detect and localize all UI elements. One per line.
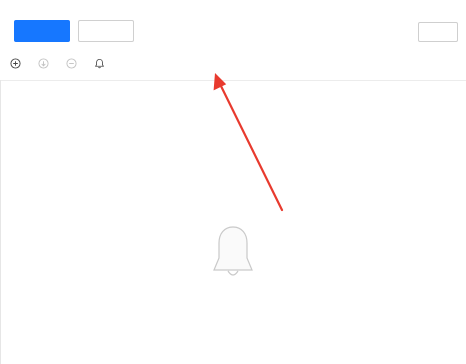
tab-bar — [14, 20, 134, 42]
import-button[interactable] — [38, 58, 52, 69]
empty-bell-icon — [213, 226, 253, 276]
arrow-icon — [213, 73, 284, 212]
tab-secondary[interactable] — [78, 20, 134, 42]
tab-primary[interactable] — [14, 20, 70, 42]
empty-state — [0, 224, 466, 332]
empty-state-title — [0, 300, 466, 312]
bell-icon — [94, 58, 105, 69]
toolbar-divider — [0, 80, 466, 81]
add-button[interactable] — [10, 58, 24, 69]
ringtone-button[interactable] — [94, 58, 108, 69]
delete-icon — [66, 58, 77, 69]
search-button[interactable] — [418, 22, 458, 42]
plus-circle-icon — [10, 58, 21, 69]
empty-state-hint — [0, 322, 466, 332]
toolbar — [10, 58, 108, 69]
delete-button[interactable] — [66, 58, 80, 69]
import-icon — [38, 58, 49, 69]
